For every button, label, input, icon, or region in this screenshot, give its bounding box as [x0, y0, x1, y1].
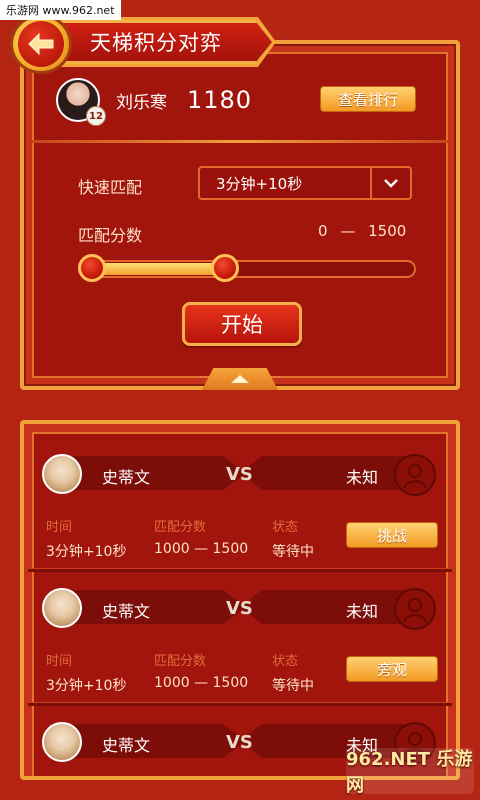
collapse-panel-button[interactable] [202, 368, 278, 390]
user-silhouette-icon [394, 588, 436, 630]
status-label: 状态 [272, 520, 299, 535]
score-max: 1500 [368, 222, 407, 240]
band-left [56, 724, 246, 758]
player-name: 史蒂文 [102, 468, 151, 487]
match-item[interactable]: 史蒂文 VS 未知 时间 3分钟+10秒 匹配分数 1000 — 1500 状态… [28, 570, 452, 706]
avatar[interactable] [42, 588, 82, 628]
avatar[interactable]: 12 [56, 78, 106, 126]
chevron-up-icon [231, 375, 249, 383]
page-title: 天梯积分对弈 [52, 20, 272, 64]
time-label: 时间 [46, 520, 73, 535]
user-score: 1180 [187, 86, 253, 114]
player-name: 史蒂文 [102, 602, 151, 621]
back-button[interactable] [10, 14, 72, 74]
score-label: 匹配分数 [154, 654, 207, 669]
time-label: 时间 [46, 654, 73, 669]
status-value: 等待中 [272, 544, 314, 560]
band-left [56, 456, 246, 490]
user-name: 刘乐寒 [116, 92, 167, 113]
status-info: 状态 等待中 [272, 516, 314, 561]
quick-match-label: 快速匹配 [78, 178, 143, 197]
match-action-button[interactable]: 挑战 [346, 522, 438, 548]
user-info: 12 刘乐寒 1180 [56, 78, 253, 126]
level-badge: 12 [86, 106, 106, 126]
start-button[interactable]: 开始 [182, 302, 302, 346]
back-arrow-icon [18, 21, 64, 67]
score-value: 1000 — 1500 [154, 541, 249, 557]
score-value: 1000 — 1500 [154, 675, 249, 691]
time-control-value: 3分钟+10秒 [216, 174, 303, 193]
slider-handle-min[interactable] [78, 254, 106, 282]
time-value: 3分钟+10秒 [46, 678, 127, 694]
band-left [56, 590, 246, 624]
score-info: 匹配分数 1000 — 1500 [154, 516, 248, 557]
time-info: 时间 3分钟+10秒 [46, 650, 126, 695]
vs-label: VS [226, 598, 253, 619]
score-separator: — [340, 222, 356, 240]
status-label: 状态 [272, 654, 299, 669]
slider-fill [88, 263, 227, 275]
score-range: 0 — 1500 [318, 222, 406, 240]
avatar[interactable] [42, 722, 82, 762]
user-silhouette-icon [394, 454, 436, 496]
vs-label: VS [226, 464, 253, 485]
band-right [240, 456, 420, 490]
slider-handle-max[interactable] [210, 254, 239, 282]
score-range-slider[interactable] [78, 254, 416, 282]
status-value: 等待中 [272, 678, 314, 694]
time-value: 3分钟+10秒 [46, 544, 127, 560]
match-item[interactable]: 史蒂文 VS 未知 时间 3分钟+10秒 匹配分数 1000 — 1500 状态… [28, 436, 452, 572]
time-info: 时间 3分钟+10秒 [46, 516, 126, 561]
score-label: 匹配分数 [154, 520, 207, 535]
player-name: 史蒂文 [102, 736, 151, 755]
match-score-label: 匹配分数 [78, 226, 143, 245]
watermark-top: 乐游网 www.962.net [0, 0, 121, 20]
chevron-down-icon[interactable] [370, 168, 410, 198]
opponent-name: 未知 [346, 468, 379, 487]
avatar[interactable] [42, 454, 82, 494]
watermark-bottom: 962.NET 乐游网 [346, 748, 474, 796]
score-min: 0 [318, 222, 328, 240]
opponent-name: 未知 [346, 602, 379, 621]
vs-band: 史蒂文 VS 未知 [30, 454, 450, 496]
match-action-button[interactable]: 旁观 [346, 656, 438, 682]
vs-label: VS [226, 732, 253, 753]
score-info: 匹配分数 1000 — 1500 [154, 650, 248, 691]
vs-band: 史蒂文 VS 未知 [30, 588, 450, 630]
band-right [240, 590, 420, 624]
divider [32, 140, 448, 143]
time-control-select[interactable]: 3分钟+10秒 [198, 166, 412, 200]
status-info: 状态 等待中 [272, 650, 314, 695]
view-ranking-button[interactable]: 查看排行 [320, 86, 416, 112]
